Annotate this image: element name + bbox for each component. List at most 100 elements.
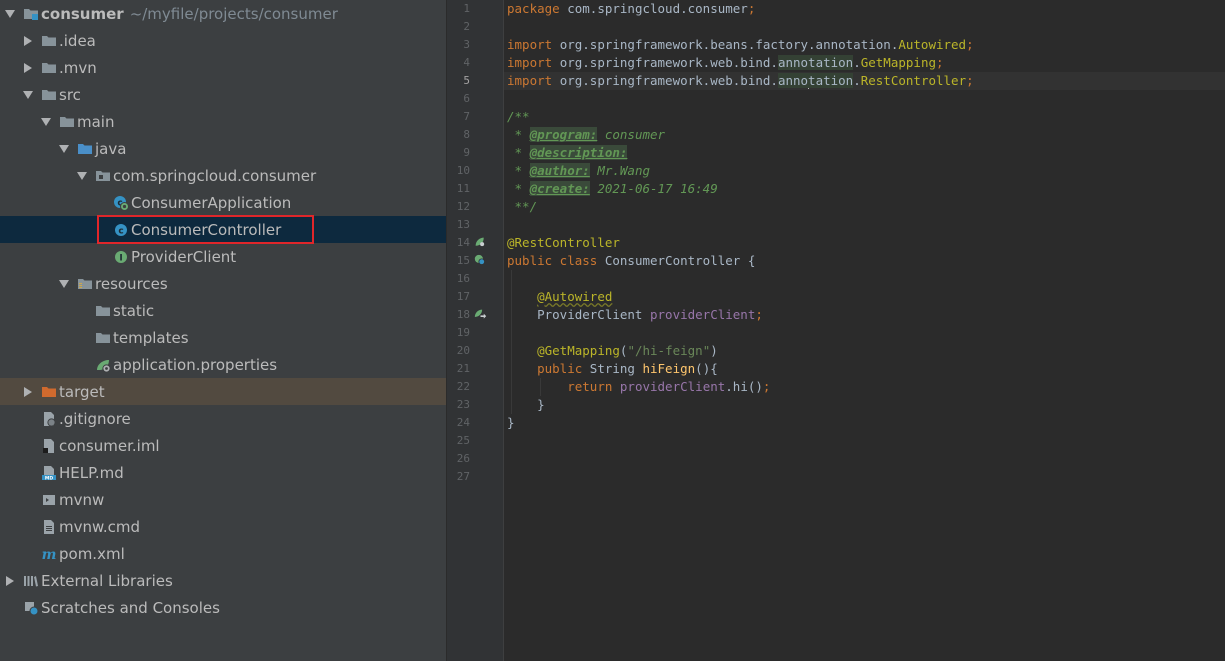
tree-item-pom-xml[interactable]: m pom.xml	[0, 540, 446, 567]
tree-item-providerclient[interactable]: I ProviderClient	[0, 243, 446, 270]
tree-item-label: pom.xml	[59, 544, 125, 563]
tree-item-scratches-and-consoles[interactable]: Scratches and Consoles	[0, 594, 446, 621]
tree-item-gitignore[interactable]: .gitignore	[0, 405, 446, 432]
line-number: 24	[456, 416, 470, 429]
line-number: 21	[456, 362, 470, 375]
code-line[interactable]: }	[507, 396, 545, 414]
line-number: 10	[456, 164, 470, 177]
source-folder-icon	[78, 143, 92, 154]
expand-arrow-icon[interactable]	[22, 386, 34, 398]
code-line[interactable]: **/	[507, 198, 538, 216]
code-line[interactable]: * @create: 2021-06-17 16:49	[507, 180, 718, 198]
line-number: 14	[456, 236, 470, 249]
svg-text:I: I	[119, 253, 122, 263]
folder-icon	[96, 305, 110, 316]
code-token: consumer	[597, 127, 666, 142]
svg-text:m: m	[42, 547, 57, 562]
code-line[interactable]: @Autowired	[507, 288, 612, 306]
tree-item-target[interactable]: target	[0, 378, 446, 405]
excluded-folder-icon	[42, 386, 56, 397]
tree-item-label: resources	[95, 274, 168, 293]
tree-item-java[interactable]: java	[0, 135, 446, 162]
code-token: ;	[747, 1, 756, 16]
code-token: @Autowired	[537, 289, 613, 304]
line-number: 7	[463, 110, 470, 123]
spring-class-icon[interactable]	[474, 254, 487, 267]
code-line[interactable]: import org.springframework.web.bind.anno…	[507, 54, 944, 72]
code-line[interactable]: * @program: consumer	[507, 126, 665, 144]
tree-item-com-springcloud-consumer[interactable]: com.springcloud.consumer	[0, 162, 446, 189]
line-number: 20	[456, 344, 470, 357]
line-number: 1	[463, 2, 470, 15]
line-number: 23	[456, 398, 470, 411]
line-number: 9	[463, 146, 470, 159]
autowired-navigate-icon[interactable]	[474, 308, 487, 321]
tree-root-label: consumer	[41, 4, 124, 23]
collapse-arrow-icon[interactable]	[58, 143, 70, 155]
code-line[interactable]: public String hiFeign(){	[507, 360, 718, 378]
code-line[interactable]: @RestController	[507, 234, 620, 252]
text-file-icon	[44, 519, 54, 534]
line-number: 11	[456, 182, 470, 195]
collapse-arrow-icon[interactable]	[22, 89, 34, 101]
code-token: org.springframework.web.bind.	[559, 73, 778, 88]
tree-item-external-libraries[interactable]: External Libraries	[0, 567, 446, 594]
line-number: 6	[463, 92, 470, 105]
tree-item-static[interactable]: static	[0, 297, 446, 324]
collapse-arrow-icon[interactable]	[40, 116, 52, 128]
code-token: public class	[507, 253, 605, 268]
spring-boot-class-icon: c	[114, 195, 129, 211]
code-token: *	[507, 127, 530, 142]
tree-item-mvnw[interactable]: mvnw	[0, 486, 446, 513]
expand-arrow-icon[interactable]	[4, 575, 16, 587]
code-line[interactable]: import org.springframework.beans.factory…	[507, 36, 974, 54]
collapse-arrow-icon[interactable]	[58, 278, 70, 290]
code-line[interactable]: * @description:	[507, 144, 628, 162]
code-token: providerClient	[619, 379, 726, 394]
code-token: ConsumerController {	[604, 253, 756, 268]
code-token: @description:	[529, 145, 628, 160]
code-editor[interactable]	[504, 0, 1225, 661]
code-line[interactable]: import org.springframework.web.bind.anno…	[507, 72, 974, 90]
tree-item-consumerapplication[interactable]: c ConsumerApplication	[0, 189, 446, 216]
code-token: ;	[936, 55, 944, 70]
tree-item-label: java	[95, 139, 127, 158]
line-number: 17	[456, 290, 470, 303]
tree-item-consumer-iml[interactable]: consumer.iml	[0, 432, 446, 459]
tree-item-help-md[interactable]: MD HELP.md	[0, 459, 446, 486]
expand-arrow-icon[interactable]	[22, 35, 34, 47]
tree-item-main[interactable]: main	[0, 108, 446, 135]
code-line[interactable]: ProviderClient providerClient;	[507, 306, 763, 324]
expand-arrow-icon[interactable]	[22, 62, 34, 74]
tree-root-consumer[interactable]: consumer ~/myfile/projects/consumer	[0, 0, 446, 27]
tree-item-src[interactable]: src	[0, 81, 446, 108]
tree-item-label: mvnw	[59, 490, 105, 509]
tree-item-resources[interactable]: resources	[0, 270, 446, 297]
code-line[interactable]: package com.springcloud.consumer;	[507, 0, 755, 18]
code-line[interactable]: @GetMapping("/hi-feign")	[507, 342, 718, 360]
code-line[interactable]: }	[507, 414, 515, 432]
expand-arrow-icon[interactable]	[4, 8, 16, 20]
tree-item-mvnw-cmd[interactable]: mvnw.cmd	[0, 513, 446, 540]
code-token: @RestController	[507, 235, 620, 250]
line-number: 18	[456, 308, 470, 321]
tree-root-path: ~/myfile/projects/consumer	[129, 4, 338, 23]
tree-item-consumercontroller[interactable]: c ConsumerController	[0, 216, 446, 243]
tree-item-mvn[interactable]: .mvn	[0, 54, 446, 81]
code-line[interactable]: return providerClient.hi();	[507, 378, 770, 396]
tree-item-idea[interactable]: .idea	[0, 27, 446, 54]
tree-item-application-properties[interactable]: application.properties	[0, 351, 446, 378]
spring-bean-icon[interactable]	[474, 236, 487, 249]
tree-item-templates[interactable]: templates	[0, 324, 446, 351]
code-line[interactable]: * @author: Mr.Wang	[507, 162, 650, 180]
code-token: import	[507, 37, 560, 52]
tree-item-label: ProviderClient	[131, 247, 237, 266]
collapse-arrow-icon[interactable]	[76, 170, 88, 182]
line-number: 3	[463, 38, 470, 51]
code-token: org.springframework.beans.factory.annota…	[559, 37, 899, 52]
code-line[interactable]: /**	[507, 108, 530, 126]
code-line[interactable]: public class ConsumerController {	[507, 252, 755, 270]
